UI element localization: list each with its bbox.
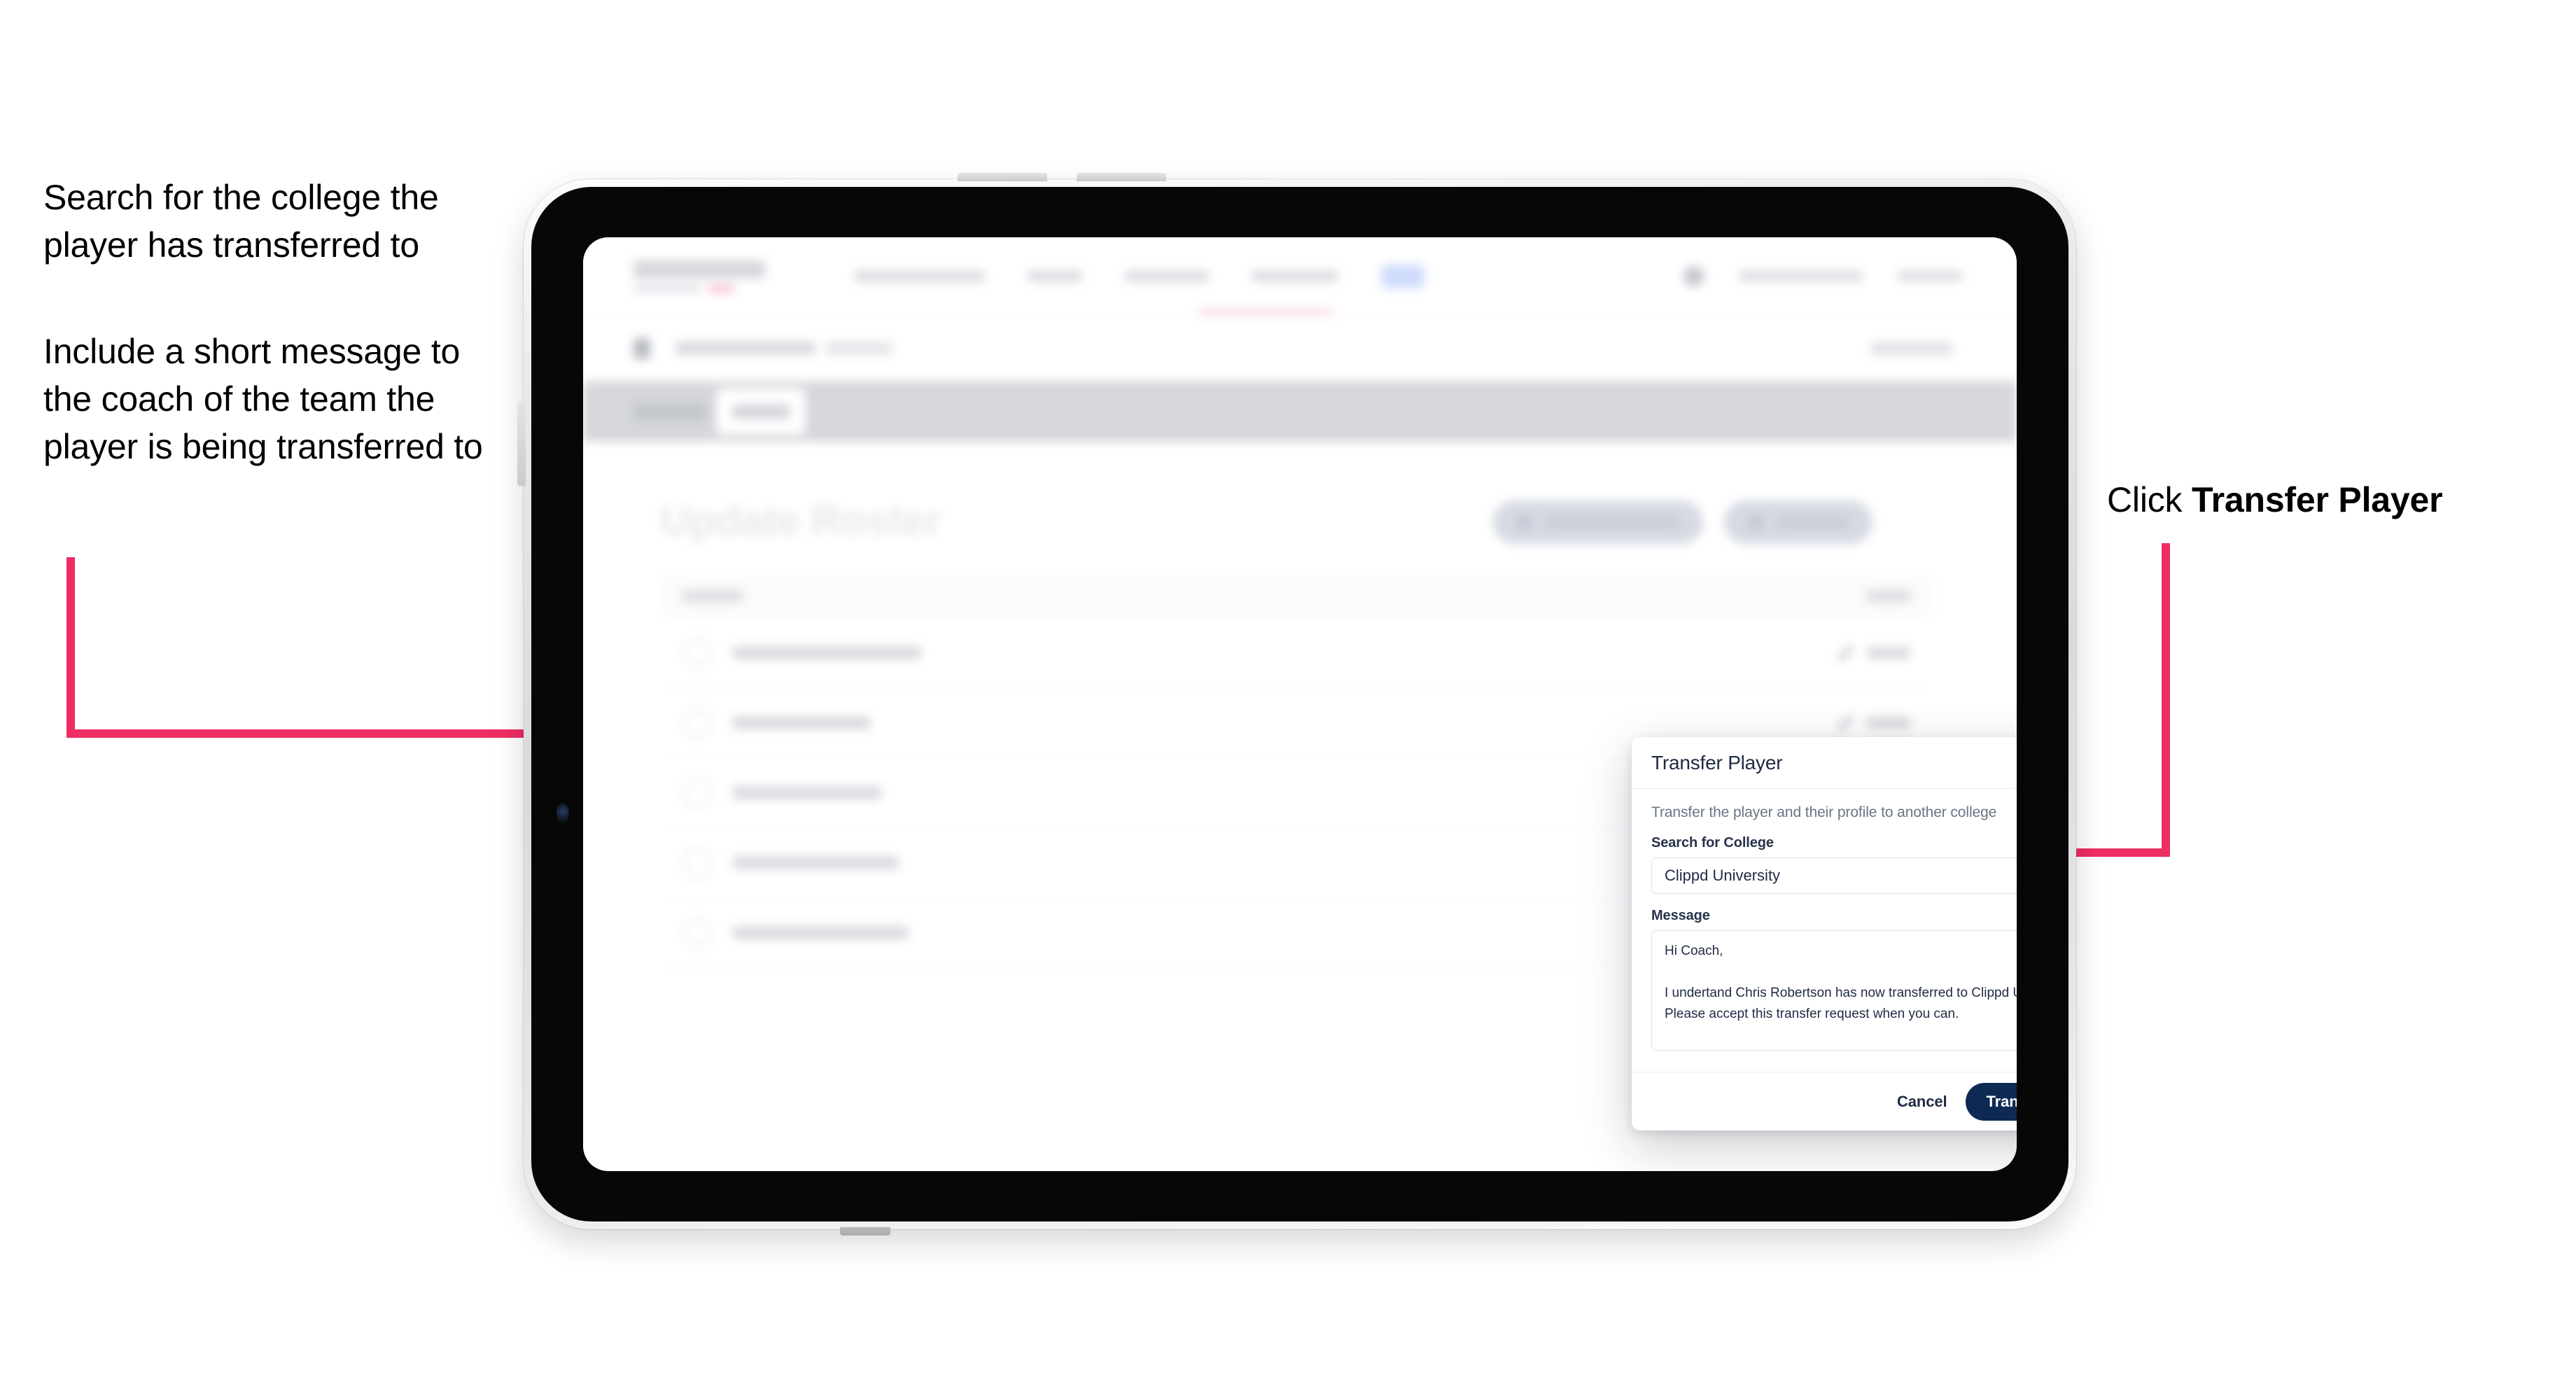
nav-user-email xyxy=(1740,271,1863,281)
nav-sign-out[interactable] xyxy=(1898,271,1962,281)
pencil-icon xyxy=(1837,714,1854,732)
modal-header: Transfer Player xyxy=(1632,737,2017,789)
annotation-include-message: Include a short message to the coach of … xyxy=(43,332,483,466)
tab-details[interactable] xyxy=(634,403,706,420)
nav-right-cluster xyxy=(1684,265,1962,287)
annotation-click-prefix: Click xyxy=(2107,480,2192,519)
tablet-bezel: Update Roster Transfer Player Transfer t… xyxy=(531,187,2068,1222)
player-name xyxy=(733,856,898,869)
player-name xyxy=(733,646,920,659)
page-title: Update Roster xyxy=(660,497,942,544)
table-row[interactable] xyxy=(660,618,1933,688)
avatar xyxy=(682,918,712,948)
roster-table-header xyxy=(660,575,1933,618)
nav-item-roster[interactable] xyxy=(1381,264,1424,288)
hardware-button-top-1 xyxy=(958,173,1047,181)
transfer-player-button[interactable]: Transfer Player xyxy=(1965,1082,2017,1121)
breadcrumb-icon xyxy=(634,337,650,359)
breadcrumb-item-admin[interactable] xyxy=(825,342,892,355)
nav-item-analytics[interactable] xyxy=(1252,270,1338,282)
top-navigation-bar xyxy=(583,237,2017,316)
avatar[interactable] xyxy=(1684,265,1704,287)
breadcrumb xyxy=(583,316,2017,382)
hardware-button-bottom xyxy=(840,1227,890,1236)
tab-roster[interactable] xyxy=(716,388,806,435)
plus-icon xyxy=(1748,514,1763,530)
tab-strip xyxy=(583,382,2017,442)
pencil-icon xyxy=(1837,644,1854,662)
hardware-button-volume xyxy=(517,402,526,486)
modal-body: Transfer the player and their profile to… xyxy=(1632,789,2017,1072)
edit-player-link[interactable] xyxy=(1837,714,1910,732)
nav-item-leaderboard[interactable] xyxy=(1125,270,1209,282)
annotation-click-strong: Transfer Player xyxy=(2192,480,2443,519)
player-name xyxy=(733,926,908,939)
avatar xyxy=(682,708,712,738)
search-college-input[interactable] xyxy=(1651,858,2017,894)
player-name xyxy=(733,716,870,729)
message-field-label: Message xyxy=(1651,908,1710,923)
college-field-label: Search for College xyxy=(1651,835,1774,850)
request-player-transfer-button[interactable] xyxy=(1493,500,1703,544)
transfer-icon xyxy=(1517,514,1532,530)
hardware-button-top-2 xyxy=(1077,173,1166,181)
player-name xyxy=(733,786,881,799)
transfer-player-modal: Transfer Player Transfer the player and … xyxy=(1632,737,2017,1130)
modal-description: Transfer the player and their profile to… xyxy=(1651,804,1997,820)
front-camera-icon xyxy=(556,803,569,824)
annotation-search-college: Search for the college the player has tr… xyxy=(43,178,439,265)
nav-active-underline xyxy=(1199,310,1332,314)
breadcrumb-cancel-link[interactable] xyxy=(1871,342,1952,355)
modal-title: Transfer Player xyxy=(1651,751,1783,774)
tablet-device-frame: Update Roster Transfer Player Transfer t… xyxy=(517,173,2076,1236)
nav-item-teams[interactable] xyxy=(1028,270,1082,282)
cancel-button[interactable]: Cancel xyxy=(1897,1093,1947,1111)
column-header-edit xyxy=(1867,590,1910,602)
avatar xyxy=(682,778,712,808)
add-player-button[interactable] xyxy=(1724,500,1872,544)
message-textarea[interactable] xyxy=(1651,930,2017,1051)
avatar xyxy=(682,638,712,668)
avatar xyxy=(682,848,712,878)
modal-footer: Cancel Transfer Player xyxy=(1632,1072,2017,1130)
nav-links xyxy=(855,264,1424,288)
column-header-name xyxy=(682,590,743,602)
screenshot-canvas: Search for the college the player has tr… xyxy=(0,0,2576,1386)
annotation-click-transfer: Click Transfer Player xyxy=(2107,476,2555,524)
nav-item-tournaments[interactable] xyxy=(855,270,985,282)
breadcrumb-item-scoreboard[interactable] xyxy=(676,342,816,355)
edit-player-link[interactable] xyxy=(1837,644,1910,662)
scoreboard-logo[interactable] xyxy=(634,260,774,293)
tablet-screen: Update Roster Transfer Player Transfer t… xyxy=(583,237,2017,1171)
